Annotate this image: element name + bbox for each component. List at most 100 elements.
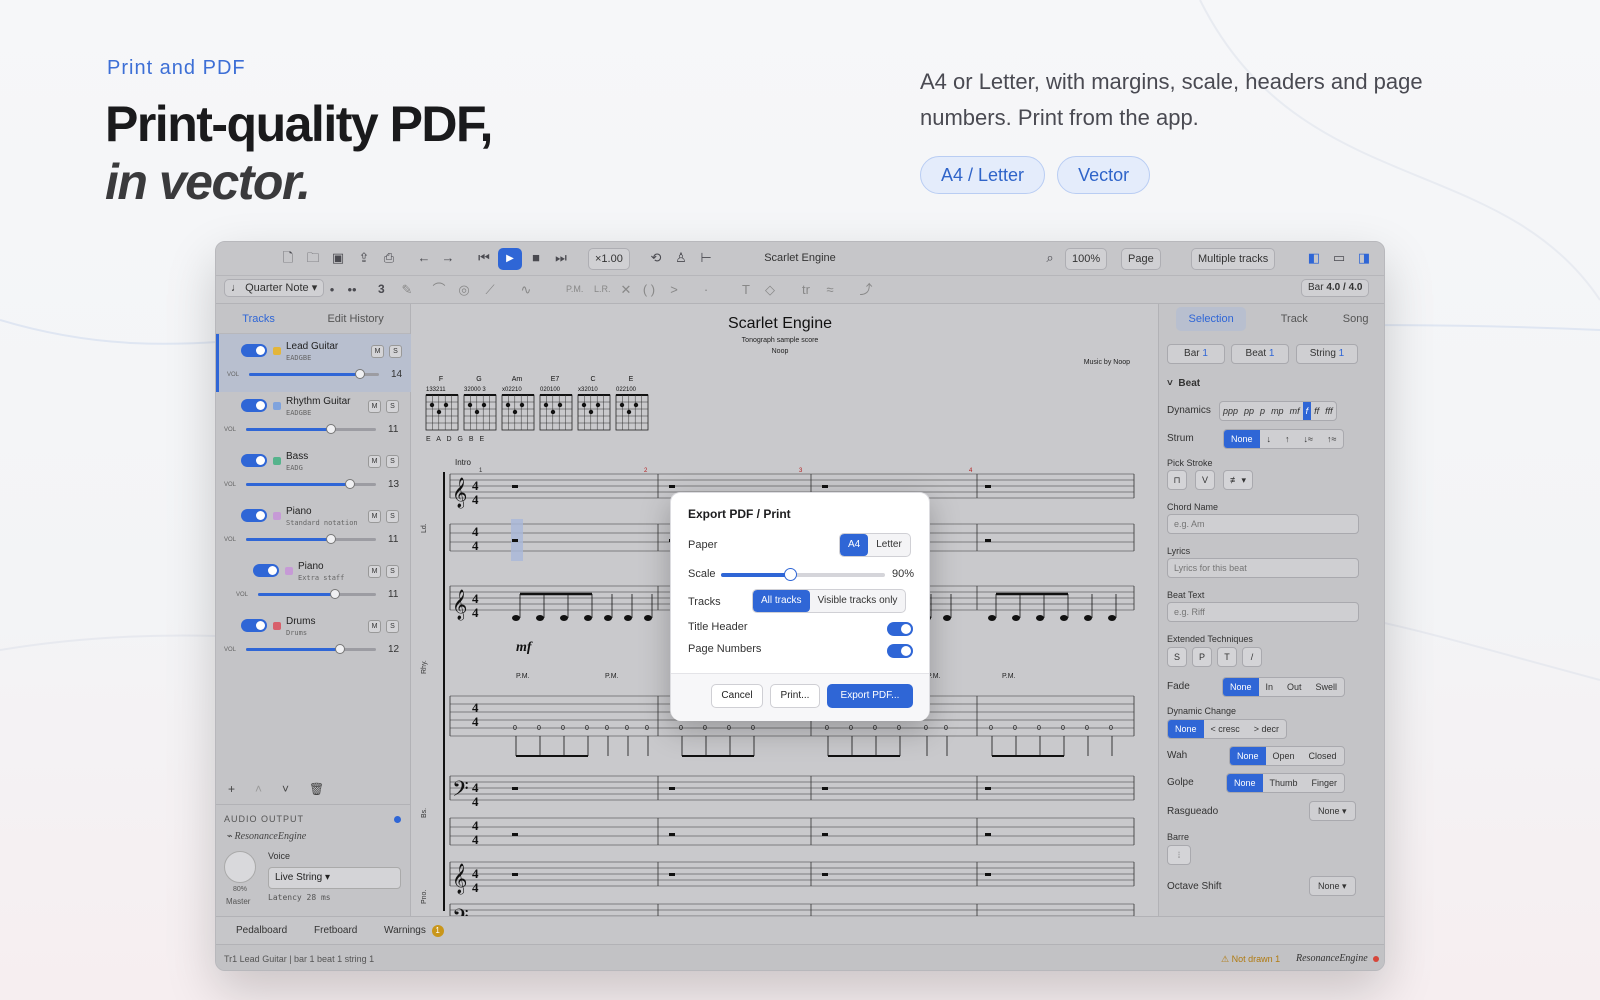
dynamic-change-option[interactable]: < cresc — [1204, 720, 1247, 738]
count-in-icon[interactable]: ⊢ — [698, 250, 714, 266]
scale-slider[interactable] — [721, 568, 885, 581]
tab-selection[interactable]: Selection — [1176, 307, 1246, 331]
strum-option[interactable]: ↑ — [1278, 430, 1297, 448]
rasgueado-select[interactable]: None ▾ — [1309, 801, 1356, 821]
play-button[interactable]: ▶ — [498, 248, 522, 270]
track-row[interactable]: Drums Drums M S VOL 12 — [216, 609, 411, 667]
cancel-button[interactable]: Cancel — [711, 684, 763, 708]
strum-option[interactable]: ↑≈ — [1320, 430, 1343, 448]
print-icon[interactable]: ⎙ — [381, 250, 397, 266]
strum-option[interactable]: ↓≈ — [1297, 430, 1320, 448]
dead-note-icon[interactable]: ✕ — [618, 282, 634, 298]
pick-tremolo-icon[interactable]: ≢ ▾ — [1223, 470, 1253, 490]
volume-slider[interactable] — [246, 479, 376, 489]
save-icon[interactable]: ▣ — [330, 250, 346, 266]
undo-icon[interactable]: ← — [416, 250, 432, 266]
track-enable-toggle[interactable] — [241, 509, 267, 522]
tracks-mode-select[interactable]: Multiple tracks — [1191, 248, 1276, 270]
master-knob[interactable] — [224, 851, 256, 883]
dynamics-option[interactable]: mf — [1287, 402, 1303, 420]
beat-selector[interactable]: Beat 1 — [1231, 344, 1289, 364]
chord-name-input[interactable] — [1167, 514, 1359, 534]
fade-option[interactable]: Swell — [1309, 678, 1345, 696]
wah-option[interactable]: Open — [1266, 747, 1302, 765]
zoom-select[interactable]: 100% — [1065, 248, 1108, 270]
tab-pedalboard[interactable]: Pedalboard — [236, 925, 287, 936]
golpe-option[interactable]: Finger — [1305, 774, 1345, 792]
tab-fretboard[interactable]: Fretboard — [314, 925, 357, 936]
not-drawn-status[interactable]: ⚠ Not drawn 1 — [1221, 954, 1280, 965]
track-row[interactable]: Bass EADG M S VOL 13 — [216, 444, 411, 502]
mute-button[interactable]: M — [368, 510, 381, 523]
beat-text-input[interactable] — [1167, 602, 1359, 622]
note-value-select[interactable]: ♩ Quarter Note ▾ — [224, 279, 325, 297]
tie-icon[interactable]: ⌒ — [431, 282, 447, 298]
track-enable-toggle[interactable] — [241, 344, 267, 357]
dot-icon[interactable]: • — [324, 282, 340, 298]
redo-icon[interactable]: → — [440, 250, 456, 266]
track-enable-toggle[interactable] — [241, 619, 267, 632]
track-row[interactable]: Rhythm Guitar EADGBE M S VOL 11 — [216, 389, 411, 447]
solo-button[interactable]: S — [386, 620, 399, 633]
bottom-panel-toggle-icon[interactable]: ▭ — [1331, 250, 1347, 266]
pick-up-icon[interactable]: V — [1195, 470, 1215, 490]
tab-edit-history[interactable]: Edit History — [327, 313, 383, 325]
bar-selector[interactable]: Bar 1 — [1167, 344, 1225, 364]
new-file-icon[interactable]: 🗋 — [280, 250, 296, 266]
wah-option[interactable]: Closed — [1302, 747, 1344, 765]
lyrics-input[interactable] — [1167, 558, 1359, 578]
track-row[interactable]: Piano Standard notation M S VOL 11 — [216, 499, 411, 557]
technique-slide-button[interactable]: / — [1242, 647, 1262, 667]
octave-shift-select[interactable]: None ▾ — [1309, 876, 1356, 896]
palm-mute-button[interactable]: P.M. — [566, 284, 583, 294]
skip-forward-icon[interactable]: ⏭ — [553, 250, 569, 266]
barre-icon[interactable]: ⦙ — [1167, 845, 1191, 865]
dynamics-option[interactable]: f — [1302, 402, 1312, 420]
share-icon[interactable]: ⇪ — [356, 250, 372, 266]
print-button[interactable]: Print... — [770, 684, 820, 708]
string-selector[interactable]: String 1 — [1296, 344, 1358, 364]
move-up-icon[interactable]: ˄ — [255, 782, 262, 796]
track-enable-toggle[interactable] — [241, 454, 267, 467]
text-icon[interactable]: T — [738, 282, 754, 298]
visible-tracks-option[interactable]: Visible tracks only — [810, 590, 906, 612]
search-icon[interactable]: ⌕ — [1042, 250, 1058, 266]
pick-down-icon[interactable]: ⊓ — [1167, 470, 1187, 490]
mute-button[interactable]: M — [368, 565, 381, 578]
right-panel-toggle-icon[interactable]: ◨ — [1356, 250, 1372, 266]
fade-option[interactable]: Out — [1280, 678, 1309, 696]
ghost-icon[interactable]: ◎ — [456, 282, 472, 298]
scale-slider-knob[interactable] — [783, 568, 797, 581]
volume-slider[interactable] — [249, 369, 379, 379]
volume-knob[interactable] — [329, 589, 340, 599]
add-track-icon[interactable]: + — [228, 782, 235, 796]
solo-button[interactable]: S — [386, 400, 399, 413]
paper-a4-option[interactable]: A4 — [840, 534, 869, 556]
stop-icon[interactable]: ■ — [528, 250, 544, 266]
beat-section-header[interactable]: ˅ Beat — [1167, 378, 1200, 389]
metronome-icon[interactable]: ♙ — [673, 250, 689, 266]
fade-option[interactable]: In — [1259, 678, 1281, 696]
voice-select[interactable]: Live String ▾ — [268, 867, 401, 889]
dynamics-option[interactable]: p — [1257, 402, 1268, 420]
golpe-option[interactable]: Thumb — [1263, 774, 1305, 792]
tuplet-button[interactable]: 3 — [378, 282, 385, 296]
all-tracks-option[interactable]: All tracks — [753, 590, 810, 612]
strum-option[interactable]: ↓ — [1260, 430, 1279, 448]
technique-pop-button[interactable]: P — [1192, 647, 1212, 667]
track-row[interactable]: Piano Extra staff M S VOL 11 — [216, 554, 411, 612]
volume-knob[interactable] — [325, 534, 336, 544]
tab-song[interactable]: Song — [1343, 313, 1369, 325]
volume-knob[interactable] — [334, 644, 345, 654]
export-pdf-button[interactable]: Export PDF... — [827, 684, 913, 708]
wave-icon[interactable]: ≈ — [822, 282, 838, 298]
wah-option[interactable]: None — [1230, 747, 1266, 765]
trill-icon[interactable]: tr — [798, 282, 814, 298]
delete-track-icon[interactable]: 🗑 — [309, 782, 324, 796]
solo-button[interactable]: S — [389, 345, 402, 358]
strum-option[interactable]: None — [1224, 430, 1260, 448]
left-panel-toggle-icon[interactable]: ◧ — [1306, 250, 1322, 266]
track-enable-toggle[interactable] — [253, 564, 279, 577]
solo-button[interactable]: S — [386, 510, 399, 523]
solo-button[interactable]: S — [386, 565, 399, 578]
